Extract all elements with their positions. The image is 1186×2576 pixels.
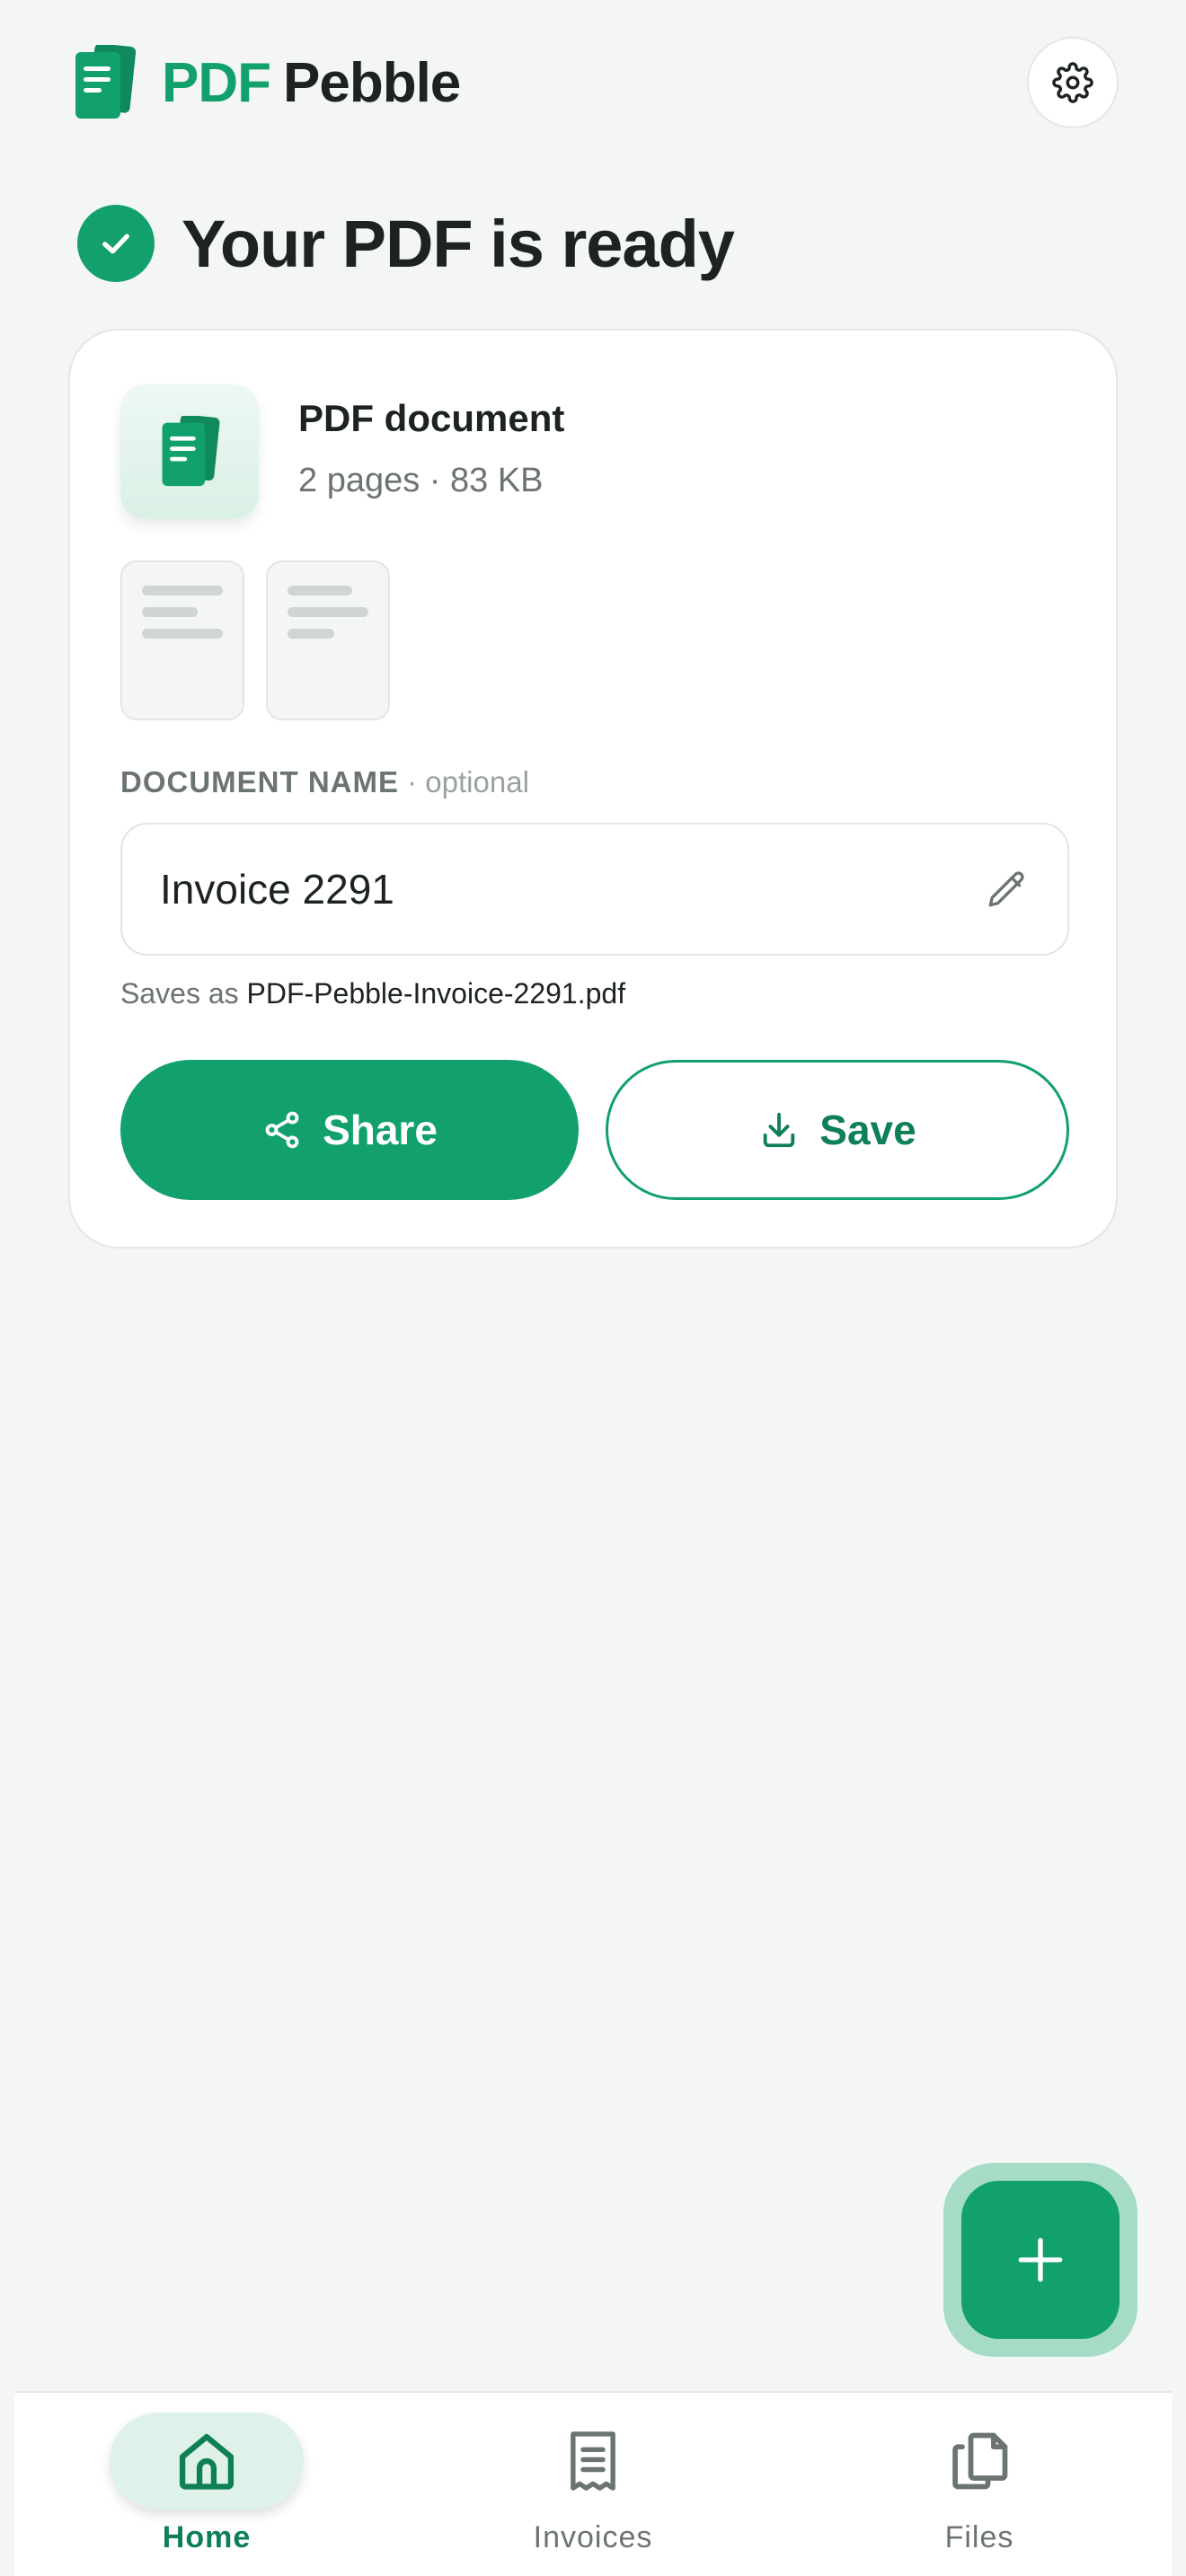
share-button[interactable]: Share xyxy=(120,1060,579,1200)
optional-hint: · optional xyxy=(398,765,529,798)
app-screen: PDF Pebble Your PDF is ready PDF documen… xyxy=(0,0,1186,2576)
files-icon xyxy=(952,2432,1008,2490)
plus-icon xyxy=(1018,2237,1063,2282)
pdf-document-icon xyxy=(162,416,220,487)
app-header: PDF Pebble xyxy=(0,0,1186,180)
document-type: PDF document xyxy=(298,397,565,439)
share-icon xyxy=(265,1111,299,1149)
app-logo-icon xyxy=(75,45,137,119)
save-button[interactable]: Save xyxy=(606,1060,1069,1200)
settings-button[interactable] xyxy=(1027,37,1119,128)
nav-item-invoices[interactable]: Invoices xyxy=(458,2393,728,2576)
nav-item-home[interactable]: Home xyxy=(72,2393,341,2576)
nav-label-invoices: Invoices xyxy=(533,2520,653,2554)
document-name-field[interactable] xyxy=(120,823,1069,956)
saves-as-hint: Saves as PDF-Pebble-Invoice-2291.pdf xyxy=(120,977,625,1010)
document-meta: 2 pages · 83 KB xyxy=(298,462,544,499)
page-thumbnail-1[interactable] xyxy=(120,560,244,720)
create-new-button[interactable] xyxy=(961,2181,1120,2339)
document-name-input[interactable] xyxy=(160,865,933,913)
nav-label-files: Files xyxy=(944,2520,1014,2554)
bottom-nav: Home Invoices Files xyxy=(14,2391,1172,2576)
saves-as-prefix: Saves as xyxy=(120,977,247,1010)
document-name-label: DOCUMENT NAME · optional xyxy=(120,765,529,799)
gear-icon xyxy=(1052,62,1093,103)
saves-as-filename: PDF-Pebble-Invoice-2291.pdf xyxy=(246,977,626,1010)
document-card: PDF document 2 pages · 83 KB DOCUMENT NA… xyxy=(68,329,1118,1248)
download-icon xyxy=(764,1112,795,1148)
ready-heading: Your PDF is ready xyxy=(77,205,735,282)
check-circle-icon xyxy=(77,205,155,282)
save-button-label: Save xyxy=(819,1107,916,1153)
receipt-icon xyxy=(571,2431,615,2491)
document-name-label-text: DOCUMENT NAME xyxy=(120,765,399,798)
pencil-icon[interactable] xyxy=(985,868,1030,913)
brand: PDF Pebble xyxy=(72,45,461,120)
page-title: Your PDF is ready xyxy=(181,206,735,281)
document-thumbnail xyxy=(120,384,259,519)
share-button-label: Share xyxy=(323,1107,438,1153)
nav-label-home: Home xyxy=(162,2520,252,2554)
app-name-part1: PDF xyxy=(162,51,271,114)
app-name: PDF Pebble xyxy=(162,51,461,115)
page-thumbnail-2[interactable] xyxy=(266,560,390,720)
app-name-part2: Pebble xyxy=(283,51,461,114)
nav-item-files[interactable]: Files xyxy=(845,2393,1114,2576)
home-icon xyxy=(179,2433,235,2490)
